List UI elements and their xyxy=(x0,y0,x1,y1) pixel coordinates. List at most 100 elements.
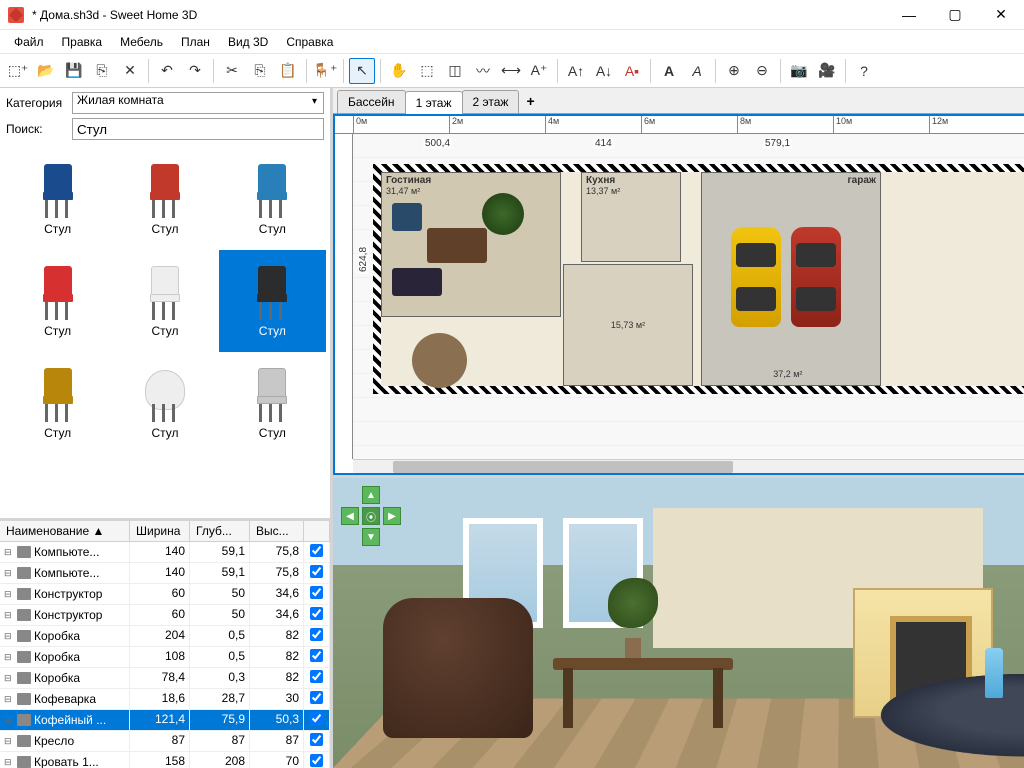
visible-checkbox[interactable] xyxy=(310,607,323,620)
car-yellow[interactable] xyxy=(731,227,781,327)
nav-down-icon[interactable]: ▼ xyxy=(362,528,380,546)
car-red[interactable] xyxy=(791,227,841,327)
text-color-icon[interactable]: A▪ xyxy=(619,58,645,84)
table-row[interactable]: ⊟Конструктор 605034,6 xyxy=(0,584,330,605)
nav-up-icon[interactable]: ▲ xyxy=(362,486,380,504)
tab-floor2[interactable]: 2 этаж xyxy=(462,90,520,113)
room-living-label: Гостиная xyxy=(386,175,431,186)
visible-checkbox[interactable] xyxy=(310,691,323,704)
table-row[interactable]: ⊟Компьюте... 14059,175,8 xyxy=(0,563,330,584)
catalog-item-label: Стул xyxy=(44,426,71,440)
dimension-icon[interactable]: ⟷ xyxy=(498,58,524,84)
catalog-item[interactable]: Стул xyxy=(219,148,326,250)
menu-furniture[interactable]: Мебель xyxy=(111,32,172,52)
text-increase-icon[interactable]: A↑ xyxy=(563,58,589,84)
col-name[interactable]: Наименование ▲ xyxy=(0,521,130,541)
visible-checkbox[interactable] xyxy=(310,544,323,557)
paste-icon[interactable]: 📋 xyxy=(275,58,301,84)
bold-icon[interactable]: A xyxy=(656,58,682,84)
nav-left-icon[interactable]: ◀ xyxy=(341,507,359,525)
menu-help[interactable]: Справка xyxy=(277,32,342,52)
minimize-button[interactable]: — xyxy=(886,0,932,30)
copy-icon[interactable]: ⎘ xyxy=(247,58,273,84)
table-row[interactable]: ⊟Коробка 78,40,382 xyxy=(0,668,330,689)
chair-icon xyxy=(33,265,83,320)
table-row[interactable]: ⊟Конструктор 605034,6 xyxy=(0,605,330,626)
furniture-table[interactable] xyxy=(412,333,467,388)
room-icon[interactable]: ◫ xyxy=(442,58,468,84)
menu-view3d[interactable]: Вид 3D xyxy=(219,32,277,52)
menu-file[interactable]: Файл xyxy=(5,32,53,52)
catalog-item[interactable]: Стул xyxy=(111,250,218,352)
furniture-coffeetable[interactable] xyxy=(427,228,487,263)
pan-icon[interactable]: ✋ xyxy=(386,58,412,84)
cut-icon[interactable]: ✂ xyxy=(219,58,245,84)
visible-checkbox[interactable] xyxy=(310,712,323,725)
visible-checkbox[interactable] xyxy=(310,628,323,641)
undo-icon[interactable]: ↶ xyxy=(154,58,180,84)
visible-checkbox[interactable] xyxy=(310,754,323,767)
visible-checkbox[interactable] xyxy=(310,586,323,599)
new-icon[interactable]: ⬚⁺ xyxy=(5,58,31,84)
select-tool-icon[interactable]: ↖ xyxy=(349,58,375,84)
nav-right-icon[interactable]: ▶ xyxy=(383,507,401,525)
visible-checkbox[interactable] xyxy=(310,565,323,578)
prefs-icon[interactable]: ✕ xyxy=(117,58,143,84)
add-furniture-icon[interactable]: 🪑⁺ xyxy=(312,58,338,84)
col-depth[interactable]: Глуб... xyxy=(190,521,250,541)
polyline-icon[interactable]: 〰 xyxy=(470,58,496,84)
table-row[interactable]: ⊟Кофейный ... 121,475,950,3 xyxy=(0,710,330,731)
add-level-button[interactable]: + xyxy=(518,89,542,113)
plan-scroll-horizontal[interactable] xyxy=(353,459,1024,473)
catalog-item[interactable]: Стул xyxy=(219,250,326,352)
tab-pool[interactable]: Бассейн xyxy=(337,90,406,113)
3d-view[interactable]: ▲ ▼ ◀ ▶ ⦿ xyxy=(333,478,1024,768)
floor-plan[interactable]: 02468101214 500,4 414 579,1 624,8 624,8 … xyxy=(333,114,1024,475)
catalog-item[interactable]: Стул xyxy=(111,352,218,454)
zoom-out-icon[interactable]: ⊖ xyxy=(749,58,775,84)
col-height[interactable]: Выс... xyxy=(250,521,304,541)
table-row[interactable]: ⊟Кофеварка 18,628,730 xyxy=(0,689,330,710)
dim-w3: 579,1 xyxy=(763,138,792,149)
search-input[interactable] xyxy=(72,118,324,140)
close-button[interactable]: ✕ xyxy=(978,0,1024,30)
catalog-item[interactable]: Стул xyxy=(4,148,111,250)
help-icon[interactable]: ? xyxy=(851,58,877,84)
furniture-sofa[interactable] xyxy=(392,268,442,296)
redo-icon[interactable]: ↷ xyxy=(182,58,208,84)
visible-checkbox[interactable] xyxy=(310,670,323,683)
category-label: Категория xyxy=(6,96,66,110)
text-add-icon[interactable]: A⁺ xyxy=(526,58,552,84)
wall-icon[interactable]: ⬚ xyxy=(414,58,440,84)
furniture-armchair[interactable] xyxy=(392,203,422,231)
table-row[interactable]: ⊟Коробка 2040,582 xyxy=(0,626,330,647)
table-row[interactable]: ⊟Коробка 1080,582 xyxy=(0,647,330,668)
visible-checkbox[interactable] xyxy=(310,733,323,746)
menu-plan[interactable]: План xyxy=(172,32,219,52)
table-row[interactable]: ⊟Компьюте... 14059,175,8 xyxy=(0,542,330,563)
catalog-item[interactable]: Стул xyxy=(111,148,218,250)
category-select[interactable]: Жилая комната xyxy=(72,92,324,114)
furniture-plant[interactable] xyxy=(482,193,524,235)
menu-edit[interactable]: Правка xyxy=(53,32,112,52)
col-visible[interactable] xyxy=(304,521,330,541)
catalog-item[interactable]: Стул xyxy=(219,352,326,454)
catalog-item[interactable]: Стул xyxy=(4,250,111,352)
tab-floor1[interactable]: 1 этаж xyxy=(405,91,463,114)
photo-icon[interactable]: 📷 xyxy=(786,58,812,84)
text-decrease-icon[interactable]: A↓ xyxy=(591,58,617,84)
maximize-button[interactable]: ▢ xyxy=(932,0,978,30)
dim-h1: 624,8 xyxy=(358,245,369,274)
saveas-icon[interactable]: ⎘ xyxy=(89,58,115,84)
save-icon[interactable]: 💾 xyxy=(61,58,87,84)
table-row[interactable]: ⊟Кресло 878787 xyxy=(0,731,330,752)
open-icon[interactable]: 📂 xyxy=(33,58,59,84)
catalog-item[interactable]: Стул xyxy=(4,352,111,454)
italic-icon[interactable]: A xyxy=(684,58,710,84)
col-width[interactable]: Ширина xyxy=(130,521,190,541)
visible-checkbox[interactable] xyxy=(310,649,323,662)
video-icon[interactable]: 🎥 xyxy=(814,58,840,84)
table-row[interactable]: ⊟Кровать 1... 15820870 xyxy=(0,752,330,768)
zoom-in-icon[interactable]: ⊕ xyxy=(721,58,747,84)
nav-center-icon[interactable]: ⦿ xyxy=(362,507,380,525)
